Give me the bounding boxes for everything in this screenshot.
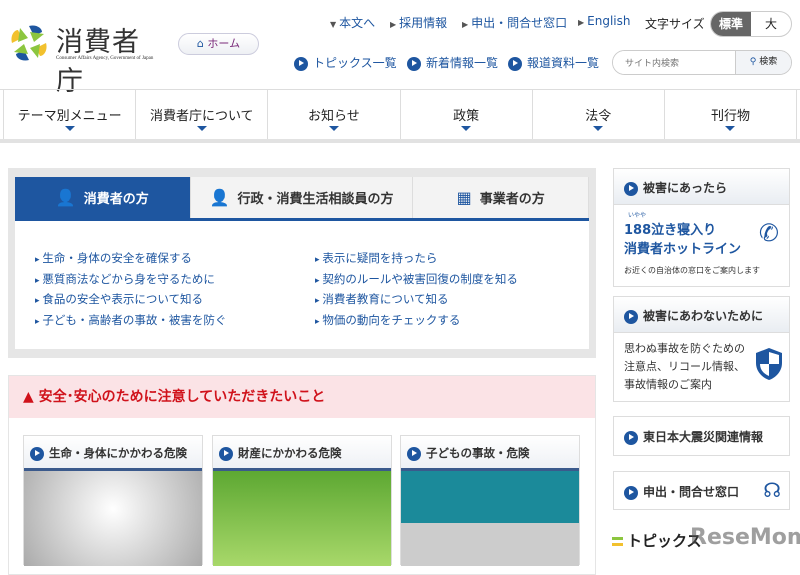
- link-skip-to-content[interactable]: ▼ 本文へ: [330, 14, 375, 31]
- logo-mark-icon: [11, 25, 47, 61]
- child-accident-image: [401, 471, 579, 566]
- building-icon: ▦: [456, 188, 472, 207]
- play-circle-icon: [624, 181, 638, 196]
- nav-publications[interactable]: 刊行物: [665, 90, 798, 139]
- tab-businesses[interactable]: ▦ 事業者の方: [413, 177, 590, 218]
- link-news-list[interactable]: 新着情報一覧: [407, 54, 498, 71]
- person-icon: 👤: [55, 188, 76, 207]
- watermark: ReseMom: [690, 525, 800, 550]
- global-nav: テーマ別メニュー 消費者庁について お知らせ 政策 法令 刊行物: [0, 89, 800, 143]
- tab-administration[interactable]: 👤 行政・消費生活相談員の方: [190, 177, 414, 218]
- card-property-danger[interactable]: 財産にかかわる危険: [212, 435, 392, 566]
- nav-theme-menu[interactable]: テーマ別メニュー: [3, 90, 137, 139]
- site-logo[interactable]: 消費者庁 Consumer Affairs Agency, Government…: [8, 20, 163, 97]
- play-circle-icon: [407, 446, 421, 461]
- earthquake-info-box[interactable]: 東日本大震災関連情報: [613, 416, 790, 456]
- warning-icon: ▲: [23, 389, 34, 405]
- operator-icon: ☊: [763, 478, 781, 502]
- play-circle-icon: [624, 430, 638, 445]
- link-contact[interactable]: ▶ 申出・問合せ窓口: [462, 14, 567, 31]
- link-fraud-protection[interactable]: 悪質商法などから身を守るために: [35, 271, 315, 292]
- alert-title: 安全･安心のために注意していただきたいこと: [38, 389, 326, 405]
- menu-icon: [612, 537, 623, 546]
- play-circle-icon: [30, 446, 44, 461]
- shield-icon: [756, 348, 782, 380]
- topics-heading: トピックス: [612, 530, 702, 551]
- link-english[interactable]: ▶ English: [578, 14, 631, 28]
- card-child-danger[interactable]: 子どもの事故・危険: [400, 435, 580, 566]
- phone-icon: ✆: [758, 219, 779, 247]
- home-icon: ⌂: [196, 37, 204, 50]
- link-prices[interactable]: 物価の動向をチェックする: [315, 312, 518, 333]
- prevention-box[interactable]: 被害にあわないために 思わぬ事故を防ぐための 注意点、リコール情報、 事故情報のご案…: [613, 296, 790, 402]
- font-size-large-button[interactable]: 大: [751, 12, 791, 36]
- hotline-ruby: いやや: [628, 212, 647, 219]
- hotline-name: 消費者ホットライン: [624, 242, 742, 257]
- nav-about[interactable]: 消費者庁について: [136, 90, 269, 139]
- nav-policy[interactable]: 政策: [401, 90, 533, 139]
- illustration-image: [24, 471, 202, 566]
- chevron-right-icon: ▶: [462, 20, 469, 29]
- chevron-right-icon: ▶: [578, 18, 585, 27]
- play-circle-icon: [219, 446, 233, 461]
- chevron-down-icon: ▼: [330, 20, 337, 29]
- search-icon: ⚲: [749, 57, 757, 67]
- link-contract-rules[interactable]: 契約のルールや被害回復の制度を知る: [315, 271, 518, 292]
- play-circle-icon: [624, 309, 638, 324]
- play-circle-icon: [407, 56, 421, 71]
- contact-box[interactable]: 申出・問合せ窓口 ☊: [613, 471, 790, 510]
- damage-help-box[interactable]: 被害にあったら いやや 188泣き寝入り 消費者ホットライン お近くの自治体の窓…: [613, 168, 790, 287]
- audience-panel: 👤消費者の方 👤行政・消費生活相談員の方 ▦事業者の方 生命・身体の安全を確保す…: [8, 168, 596, 358]
- officer-icon: 👤: [209, 188, 230, 207]
- link-topics-list[interactable]: トピックス一覧: [294, 54, 397, 71]
- hotline-note: お近くの自治体の窓口をご案内します: [624, 266, 760, 275]
- link-recruit[interactable]: ▶ 採用情報: [390, 14, 447, 31]
- link-consumer-education[interactable]: 消費者教育について知る: [315, 291, 518, 312]
- link-food-safety[interactable]: 食品の安全や表示について知る: [35, 291, 315, 312]
- nav-news[interactable]: お知らせ: [268, 90, 401, 139]
- property-image: [213, 471, 391, 566]
- tab-consumers[interactable]: 👤 消費者の方: [15, 177, 191, 218]
- card-life-danger[interactable]: 生命・身体にかかわる危険: [23, 435, 203, 566]
- play-circle-icon: [294, 56, 308, 71]
- play-circle-icon: [508, 56, 522, 71]
- search-button[interactable]: ⚲ 検索: [735, 51, 791, 74]
- chevron-right-icon: ▶: [390, 20, 397, 29]
- font-size-label: 文字サイズ: [645, 17, 705, 31]
- nav-law[interactable]: 法令: [533, 90, 665, 139]
- link-life-safety[interactable]: 生命・身体の安全を確保する: [35, 250, 315, 271]
- home-label: ホーム: [207, 37, 241, 50]
- link-press-list[interactable]: 報道資料一覧: [508, 54, 599, 71]
- link-children-elderly[interactable]: 子ども・高齢者の事故・被害を防ぐ: [35, 312, 315, 333]
- search-input[interactable]: [613, 51, 735, 74]
- home-button[interactable]: ⌂ ホーム: [178, 33, 259, 55]
- font-size-standard-button[interactable]: 標準: [711, 12, 751, 36]
- hotline-number: 188泣き寝入り: [624, 223, 717, 238]
- logo-subtitle: Consumer Affairs Agency, Government of J…: [56, 56, 154, 61]
- play-circle-icon: [624, 485, 638, 500]
- link-labeling[interactable]: 表示に疑問を持ったら: [315, 250, 518, 271]
